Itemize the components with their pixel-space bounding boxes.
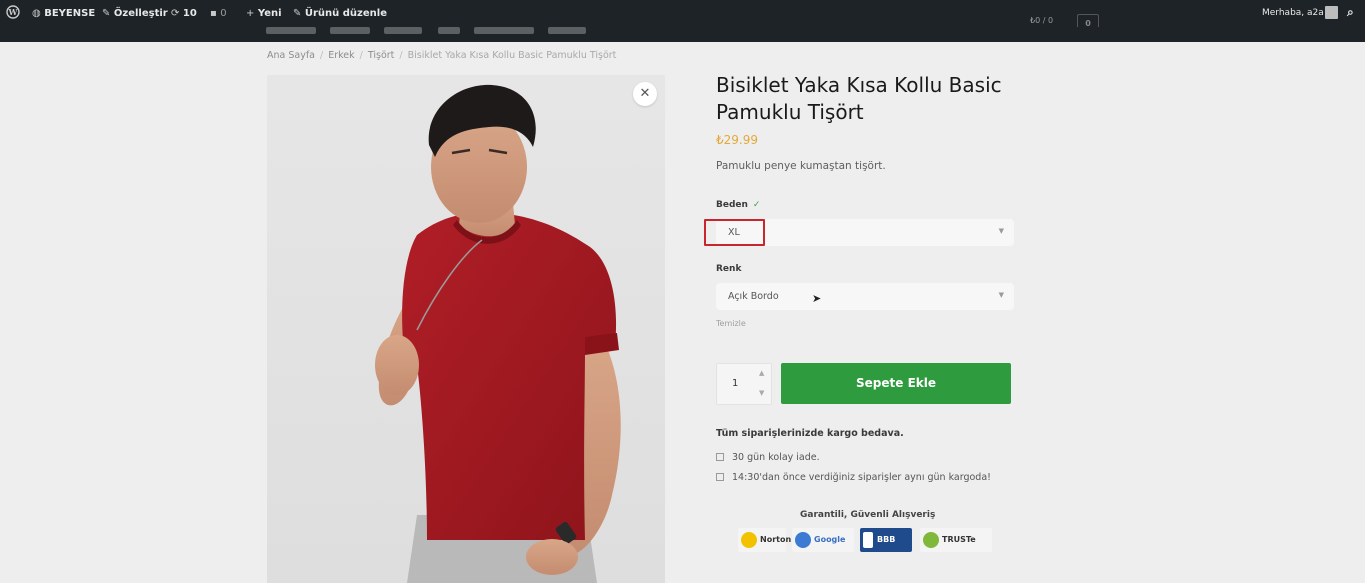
product-image bbox=[375, 84, 621, 583]
avatar[interactable] bbox=[1325, 6, 1338, 19]
breadcrumb-home[interactable]: Ana Sayfa bbox=[267, 50, 315, 61]
size-label: Beden ✓ bbox=[716, 200, 761, 210]
product-title: Bisiklet Yaka Kısa Kollu Basic Pamuklu T… bbox=[716, 73, 1002, 124]
breadcrumb-category[interactable]: Erkek bbox=[328, 50, 354, 61]
shipping-title: Tüm siparişlerinizde kargo bedava. bbox=[716, 428, 904, 439]
checkbox-icon bbox=[716, 453, 724, 461]
product-short-description: Pamuklu penye kumaştan tişört. bbox=[716, 160, 886, 172]
nav-item[interactable] bbox=[548, 27, 586, 34]
check-icon: ✓ bbox=[752, 200, 761, 210]
nav-item[interactable] bbox=[330, 27, 370, 34]
trust-title: Garantili, Güvenli Alışveriş bbox=[800, 510, 936, 520]
chevron-down-icon: ▼ bbox=[998, 227, 1004, 235]
checkbox-icon bbox=[716, 473, 724, 481]
bbb-icon bbox=[863, 532, 873, 548]
admin-greeting[interactable]: Merhaba, a2a bbox=[1262, 8, 1324, 18]
product-price: ₺29.99 bbox=[716, 133, 758, 147]
clear-variations-link[interactable]: Temizle bbox=[716, 319, 746, 328]
admin-customize-link[interactable]: ✎ Özelleştir bbox=[102, 8, 168, 19]
updates-icon: ⟳ bbox=[171, 8, 180, 19]
product-gallery[interactable]: ✕ bbox=[267, 75, 665, 583]
dashboard-icon: ◍ bbox=[32, 8, 41, 19]
comment-icon: ▪ bbox=[210, 8, 217, 19]
color-select[interactable]: Açık Bordo ▼ bbox=[716, 283, 1014, 310]
header-cart-total[interactable]: ₺0 / 0 bbox=[1030, 16, 1053, 25]
google-check-icon bbox=[795, 532, 811, 548]
svg-text:W: W bbox=[8, 7, 19, 17]
add-to-cart-button[interactable]: Sepete Ekle bbox=[781, 363, 1011, 404]
admin-bar: W ◍ BEYENSE ✎ Özelleştir ⟳ 10 ▪ 0 + Yeni… bbox=[0, 0, 1365, 33]
color-select-value: Açık Bordo bbox=[728, 291, 779, 302]
admin-site-link[interactable]: ◍ BEYENSE bbox=[32, 8, 95, 19]
breadcrumb-subcategory[interactable]: Tişört bbox=[368, 50, 395, 61]
google-badge: Google bbox=[792, 528, 854, 552]
quantity-stepper[interactable]: 1 ▲ ▼ bbox=[716, 363, 772, 405]
wordpress-logo-icon[interactable]: W bbox=[6, 5, 20, 22]
product-page: Ana Sayfa / Erkek / Tişört / Bisiklet Yaka Kıs… bbox=[0, 42, 1365, 583]
admin-edit-product-link[interactable]: ✎ Ürünü düzenle bbox=[293, 8, 387, 19]
close-icon[interactable]: ✕ bbox=[633, 82, 657, 106]
nav-item[interactable] bbox=[266, 27, 316, 34]
truste-badge: TRUSTe bbox=[920, 528, 992, 552]
chevron-down-icon[interactable]: ▼ bbox=[759, 389, 764, 397]
nav-item[interactable] bbox=[438, 27, 460, 34]
chevron-up-icon[interactable]: ▲ bbox=[759, 369, 764, 377]
brush-icon: ✎ bbox=[102, 8, 111, 19]
search-icon[interactable]: ⌕ bbox=[1347, 5, 1354, 20]
chevron-down-icon: ▼ bbox=[998, 291, 1004, 299]
site-navigation bbox=[0, 27, 1365, 42]
pencil-icon: ✎ bbox=[293, 8, 302, 19]
breadcrumb: Ana Sayfa / Erkek / Tişört / Bisiklet Yaka Kıs… bbox=[267, 50, 617, 61]
highlight-annotation bbox=[704, 219, 765, 246]
admin-comments-link[interactable]: ▪ 0 bbox=[210, 8, 227, 19]
mouse-cursor-icon: ➤ bbox=[812, 292, 822, 305]
admin-updates-link[interactable]: ⟳ 10 bbox=[171, 8, 197, 19]
norton-badge: Norton bbox=[738, 528, 791, 552]
quantity-value[interactable]: 1 bbox=[732, 378, 738, 389]
browser-viewport: W ◍ BEYENSE ✎ Özelleştir ⟳ 10 ▪ 0 + Yeni… bbox=[0, 0, 1365, 583]
bbb-badge: BBB bbox=[860, 528, 912, 552]
nav-item[interactable] bbox=[474, 27, 534, 34]
plus-icon: + bbox=[246, 8, 255, 19]
nav-item[interactable] bbox=[384, 27, 422, 34]
shipping-line: 14:30'dan önce verdiğiniz siparişler ayn… bbox=[716, 472, 991, 483]
truste-check-icon bbox=[923, 532, 939, 548]
norton-check-icon bbox=[741, 532, 757, 548]
breadcrumb-current: Bisiklet Yaka Kısa Kollu Basic Pamuklu T… bbox=[407, 50, 617, 61]
shipping-line: 30 gün kolay iade. bbox=[716, 452, 820, 463]
color-label: Renk bbox=[716, 264, 742, 274]
admin-new-link[interactable]: + Yeni bbox=[246, 8, 282, 19]
